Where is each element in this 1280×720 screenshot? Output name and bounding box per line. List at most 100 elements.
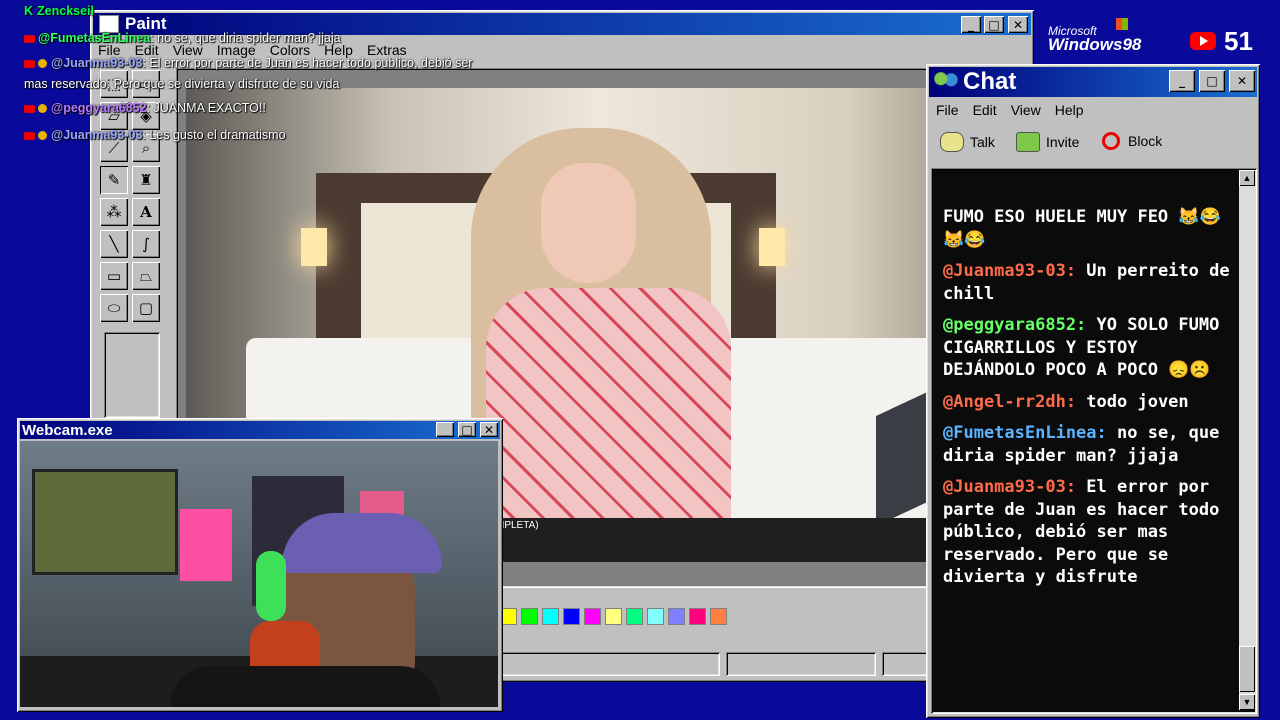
youtube-icon (24, 104, 35, 113)
color-swatch[interactable] (626, 608, 643, 625)
color-swatch[interactable] (584, 608, 601, 625)
chat-message: @Juanma93-03: Un perreito de chill (943, 260, 1233, 305)
color-swatch[interactable] (605, 608, 622, 625)
status-pane-1 (500, 652, 720, 676)
overlay-chat-user: @Juanma93-03 (51, 128, 143, 142)
windows98-label: Windows98 (1048, 35, 1142, 54)
pencil-tool-icon[interactable]: ✎ (100, 166, 128, 194)
close-icon[interactable]: ✕ (1008, 16, 1028, 33)
chat-message-user: @FumetasEnLinea: (943, 423, 1107, 443)
color-swatch[interactable] (710, 608, 727, 625)
menu-item-help[interactable]: Help (1055, 102, 1084, 118)
webcam-title: Webcam.exe (22, 421, 113, 439)
overlay-chat-line: @FumetasEnLinea: no se, que diria spider… (24, 31, 341, 45)
chat-message: @Juanma93-03: El error por parte de Juan… (943, 476, 1233, 589)
menu-item-edit[interactable]: Edit (973, 102, 997, 118)
line-tool-icon[interactable]: ╲ (100, 230, 128, 258)
overlay-chat-user: Zenckseil (37, 4, 95, 18)
webcam-titlebar[interactable]: Webcam.exe _ □ ✕ (20, 421, 500, 439)
color-swatch[interactable] (542, 608, 559, 625)
color-swatch[interactable] (668, 608, 685, 625)
chat-message-user: @Juanma93-03: (943, 477, 1077, 497)
overlay-chat-text: : JUANMA EXACTO!! (146, 101, 266, 115)
chat-message-user: @Angel-rr2dh: (943, 391, 1077, 412)
color-swatch[interactable] (647, 608, 664, 625)
text-tool-icon[interactable]: A (132, 198, 160, 226)
color-swatch[interactable] (689, 608, 706, 625)
chat-titlebar[interactable]: Chat _ □ ✕ (929, 67, 1257, 97)
coin-icon (38, 104, 47, 114)
polygon-tool-icon[interactable]: ⏢ (132, 262, 160, 290)
status-pane-2 (726, 652, 876, 676)
menu-item-file[interactable]: File (936, 102, 959, 118)
chat-log-area[interactable]: FUMO ESO HUELE MUY FEO 😹😂😹😂 @Juanma93-03:… (931, 168, 1257, 714)
close-icon[interactable]: ✕ (480, 422, 498, 437)
chat-message-text: todo joven (1076, 391, 1189, 412)
invite-button[interactable]: Invite (1016, 132, 1079, 152)
rounded-rect-tool-icon[interactable]: ▢ (132, 294, 160, 322)
close-icon[interactable]: ✕ (1229, 70, 1255, 92)
tool-options-box[interactable] (104, 332, 160, 418)
webcam-window: Webcam.exe _ □ ✕ (17, 418, 503, 712)
chat-message: @peggyara6852: YO SOLO FUMO CIGARRILLOS … (943, 314, 1233, 382)
maximize-icon[interactable]: □ (1199, 70, 1225, 92)
overlay-chat-text: mas reservado. Pero que se divierta y di… (24, 77, 340, 91)
scroll-down-icon[interactable]: ▼ (1239, 694, 1255, 710)
chat-message-user: @Juanma93-03: (943, 261, 1077, 281)
webcam-person-cap (282, 513, 442, 573)
talk-icon (940, 132, 964, 152)
talk-label: Talk (970, 134, 995, 150)
overlay-chat-text: : no se, que diria spider man? jjaja (150, 31, 341, 45)
video-scene-lamp-right (759, 228, 785, 266)
brush-tool-icon[interactable]: ♜ (132, 166, 160, 194)
chat-toolbar: Talk Invite Block (936, 128, 1250, 160)
talk-button[interactable]: Talk (940, 132, 995, 152)
chat-message: FUMO ESO HUELE MUY FEO 😹😂😹😂 (943, 206, 1233, 251)
overlay-chat-line: @Juanma93-03: El error por parte de Juan… (24, 56, 472, 70)
chat-message-text: FUMO ESO HUELE MUY FEO 😹😂😹😂 (943, 207, 1221, 250)
youtube-icon (24, 59, 35, 68)
toolbox: ⬚ ▭ ▱ ◈ ⟋ ⌕ ✎ ♜ ⁂ A ╲ ∫ ▭ ⏢ ⬭ ▢ (98, 68, 168, 423)
minimize-icon[interactable]: _ (436, 422, 454, 437)
webcam-body (170, 666, 440, 707)
overlay-chat-line: K Zenckseil (24, 4, 94, 18)
overlay-chat-line: mas reservado. Pero que se divierta y di… (24, 77, 339, 91)
minimize-icon[interactable]: _ (961, 16, 981, 33)
chat-title: Chat (963, 68, 1017, 95)
video-scene-lamp-left (301, 228, 327, 266)
minimize-icon[interactable]: _ (1169, 70, 1195, 92)
ellipse-tool-icon[interactable]: ⬭ (100, 294, 128, 322)
chat-window: Chat _ □ ✕ File Edit View Help Talk Invite … (926, 64, 1260, 718)
rectangle-tool-icon[interactable]: ▭ (100, 262, 128, 290)
webcam-painting (32, 469, 178, 575)
youtube-icon (1190, 32, 1216, 50)
chat-messages: FUMO ESO HUELE MUY FEO 😹😂😹😂 @Juanma93-03:… (943, 206, 1233, 598)
color-swatch[interactable] (521, 608, 538, 625)
overlay-chat-line: @peggyara6852: JUANMA EXACTO!! (24, 101, 266, 115)
color-swatch[interactable] (563, 608, 580, 625)
overlay-chat-text: : El error por parte de Juan es hacer to… (142, 56, 473, 70)
block-label: Block (1128, 133, 1163, 149)
viewer-count: 51 (1224, 26, 1253, 56)
chat-message-user: @peggyara6852: (943, 315, 1087, 335)
coin-icon (38, 131, 47, 141)
block-button[interactable]: Block (1102, 132, 1162, 150)
youtube-icon (24, 131, 35, 140)
scroll-up-icon[interactable]: ▲ (1239, 170, 1255, 186)
scroll-thumb[interactable] (1239, 646, 1255, 692)
menu-item-view[interactable]: View (1011, 102, 1041, 118)
chat-scrollbar[interactable]: ▲ ▼ (1239, 170, 1255, 710)
chat-message: @FumetasEnLinea: no se, que diria spider… (943, 422, 1233, 467)
youtube-icon (24, 34, 35, 43)
coin-icon (38, 59, 47, 69)
maximize-icon[interactable]: □ (458, 422, 476, 437)
windows-flag-icon (1116, 18, 1128, 30)
overlay-chat-text: : Les gusto el dramatismo (142, 128, 286, 142)
curve-tool-icon[interactable]: ∫ (132, 230, 160, 258)
airbrush-tool-icon[interactable]: ⁂ (100, 198, 128, 226)
badge-icon: K (24, 4, 34, 18)
overlay-chat-user: @peggyara6852 (51, 101, 147, 115)
chat-menubar: File Edit View Help (936, 102, 1084, 118)
video-scene-person-face (541, 163, 636, 283)
maximize-icon[interactable]: □ (984, 16, 1004, 33)
